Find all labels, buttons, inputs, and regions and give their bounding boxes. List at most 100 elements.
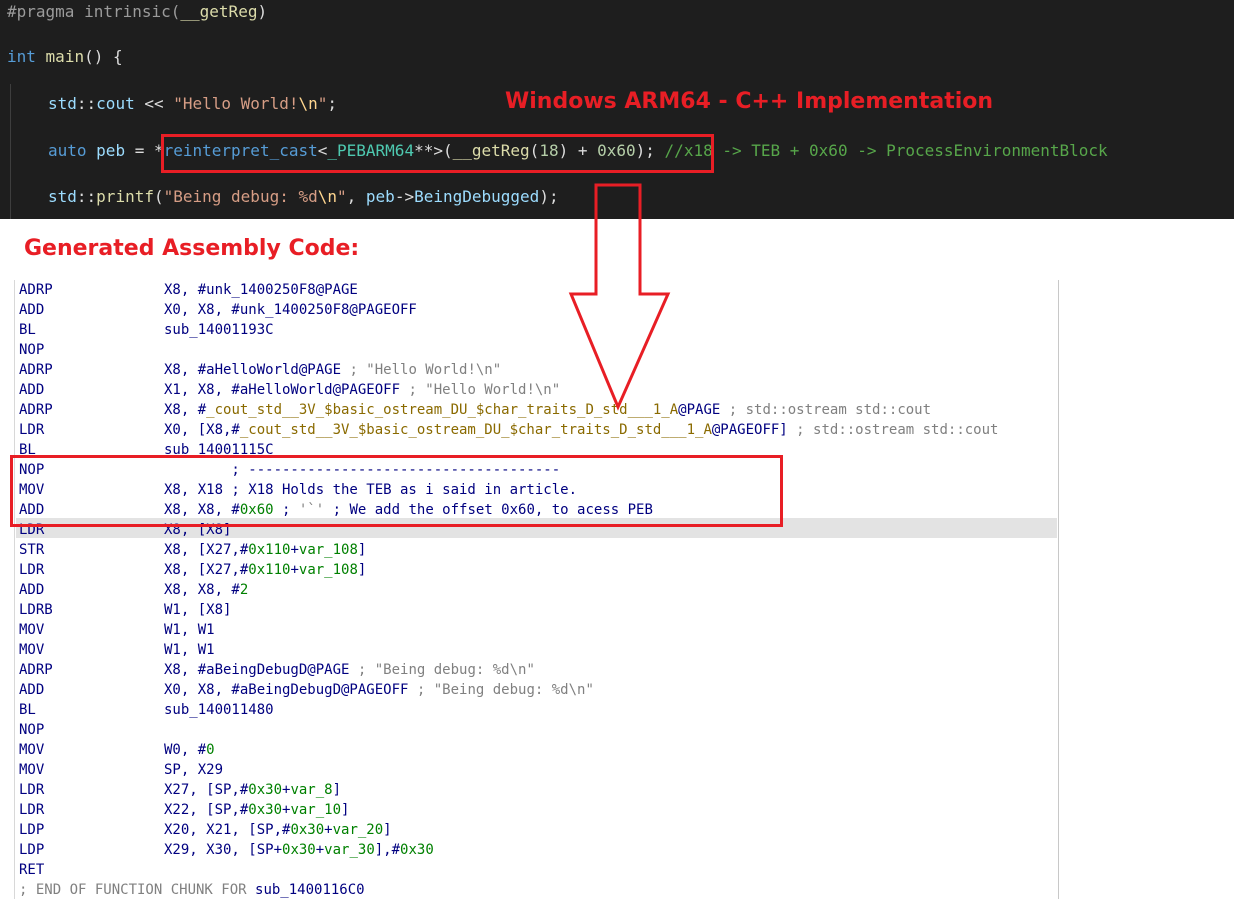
- asm-mnemonic: LDR: [19, 422, 45, 438]
- assembly-title: Generated Assembly Code:: [24, 236, 360, 261]
- code-token: //x18 -> TEB + 0x60 -> ProcessEnvironmen…: [664, 141, 1108, 160]
- asm-token: var_108: [298, 542, 358, 558]
- asm-token: X0, X8, #aBeingDebugD@PAGEOFF: [164, 682, 417, 698]
- asm-token: var_108: [298, 562, 358, 578]
- asm-operands: ; -------------------------------------: [164, 460, 560, 480]
- asm-token: X22, [SP,#: [164, 802, 249, 818]
- asm-mnemonic: LDR: [19, 802, 45, 818]
- asm-token: X0, X8, #unk_1400250F8@PAGEOFF: [164, 302, 417, 318]
- code-line-5: std::printf("Being debug: %d\n", peb->Be…: [48, 185, 559, 209]
- code-line-3: std::cout << "Hello World!\n";: [48, 92, 337, 116]
- code-token: __getReg: [452, 141, 530, 160]
- asm-operands: X0, X8, #unk_1400250F8@PAGEOFF: [164, 300, 417, 320]
- asm-operands: X8, X18 ; X18 Holds the TEB as i said in…: [164, 480, 577, 500]
- asm-token: ]: [341, 802, 350, 818]
- code-token: #pragma intrinsic(: [7, 2, 181, 21]
- code-token: std: [48, 187, 77, 206]
- down-arrow-icon: [568, 183, 671, 411]
- asm-mnemonic: BL: [19, 322, 36, 338]
- asm-token: X8, [X27,#: [164, 562, 249, 578]
- asm-operands: W1, W1: [164, 620, 215, 640]
- asm-operands: X8, X8, #0x60 ; '`' ; We add the offset …: [164, 500, 653, 520]
- code-token: ": [317, 94, 328, 113]
- main-title: Windows ARM64 - C++ Implementation: [505, 89, 994, 114]
- code-token: BeingDebugged: [414, 187, 540, 206]
- asm-token: X8, #unk_1400250F8@PAGE: [164, 282, 358, 298]
- asm-token: ;: [273, 502, 299, 518]
- asm-token: ],#: [374, 842, 401, 858]
- asm-mnemonic: LDRB: [19, 602, 53, 618]
- asm-mnemonic: LDP: [19, 822, 45, 838]
- asm-operands: SP, X29: [164, 760, 223, 780]
- asm-token: X8, X8, #: [164, 582, 240, 598]
- asm-mnemonic: ADD: [19, 682, 45, 698]
- code-token: <<: [134, 94, 174, 113]
- code-token: = *: [125, 141, 164, 160]
- asm-token: SP, X29: [164, 762, 224, 778]
- code-token: \n: [298, 94, 318, 113]
- asm-token: var_30: [324, 842, 375, 858]
- code-token: ": [337, 187, 347, 206]
- asm-token: X8, [X8]: [164, 522, 232, 538]
- asm-operands: X8, [X27,#0x110+var_108]: [164, 560, 366, 580]
- asm-token: 0: [206, 742, 215, 758]
- asm-token: ; std::ostream std::cout: [728, 402, 932, 418]
- asm-operands: X1, X8, #aHelloWorld@PAGEOFF ; "Hello Wo…: [164, 380, 560, 400]
- asm-operands: sub_14001115C: [164, 440, 274, 460]
- code-token: _PEBARM64: [327, 141, 415, 160]
- asm-mnemonic: ADRP: [19, 282, 53, 298]
- asm-mnemonic: LDR: [19, 562, 45, 578]
- asm-token: +: [290, 542, 299, 558]
- asm-token: 0x30: [248, 802, 283, 818]
- asm-token: 0x60: [239, 502, 274, 518]
- asm-mnemonic: NOP: [19, 462, 45, 478]
- code-token: cout: [96, 94, 135, 113]
- asm-operands: sub_14001193C: [164, 320, 274, 340]
- asm-mnemonic: MOV: [19, 642, 45, 658]
- asm-token: ; "Hello World!\n": [408, 382, 561, 398]
- asm-token: ; "Being debug: %d\n": [357, 662, 535, 678]
- asm-token: +: [315, 842, 325, 858]
- asm-token: W0, #: [164, 742, 207, 758]
- asm-token: @PAGE: [678, 402, 729, 418]
- asm-operands: X8, [X27,#0x110+var_108]: [164, 540, 366, 560]
- code-token: ) +: [558, 141, 598, 160]
- code-token: **>(: [414, 141, 453, 160]
- asm-token: ]: [332, 782, 342, 798]
- code-token: );: [539, 187, 559, 206]
- asm-mnemonic: ADRP: [19, 362, 53, 378]
- asm-token: W1, W1: [164, 622, 215, 638]
- code-token: );: [635, 141, 665, 160]
- asm-operands: X8, #aHelloWorld@PAGE ; "Hello World!\n": [164, 360, 501, 380]
- asm-token: W1, W1: [164, 642, 215, 658]
- asm-token: 0x30: [290, 822, 325, 838]
- code-token: () {: [84, 47, 123, 66]
- asm-mnemonic: RET: [19, 862, 45, 878]
- asm-mnemonic: BL: [19, 702, 36, 718]
- asm-token: ]: [357, 542, 367, 558]
- asm-token: sub_14001115C: [164, 442, 274, 458]
- asm-token: ; "Being debug: %d\n": [416, 682, 594, 698]
- code-token: <: [317, 141, 328, 160]
- asm-operands: W0, #0: [164, 740, 215, 760]
- asm-token: X8, #aHelloWorld@PAGE: [164, 362, 350, 378]
- code-token: 0x60: [597, 141, 636, 160]
- asm-mnemonic: LDP: [19, 842, 45, 858]
- asm-token: ]: [357, 562, 367, 578]
- asm-token: 0x110: [248, 542, 291, 558]
- asm-token: X8, X8, #: [164, 502, 240, 518]
- asm-token: sub_14001193C: [164, 322, 274, 338]
- asm-mnemonic: LDR: [19, 782, 45, 798]
- code-token: ;: [327, 94, 338, 113]
- code-token: (: [153, 187, 164, 206]
- code-token: int: [7, 47, 36, 66]
- code-token: 18: [539, 141, 559, 160]
- code-token: ->: [394, 187, 415, 206]
- asm-token: ; END OF FUNCTION CHUNK FOR: [19, 882, 256, 898]
- asm-token: var_8: [290, 782, 333, 798]
- asm-token: ; std::ostream std::cout: [796, 422, 999, 438]
- code-line-1: #pragma intrinsic(__getReg): [7, 0, 267, 24]
- asm-mnemonic: NOP: [19, 722, 45, 738]
- asm-mnemonic: ADD: [19, 502, 45, 518]
